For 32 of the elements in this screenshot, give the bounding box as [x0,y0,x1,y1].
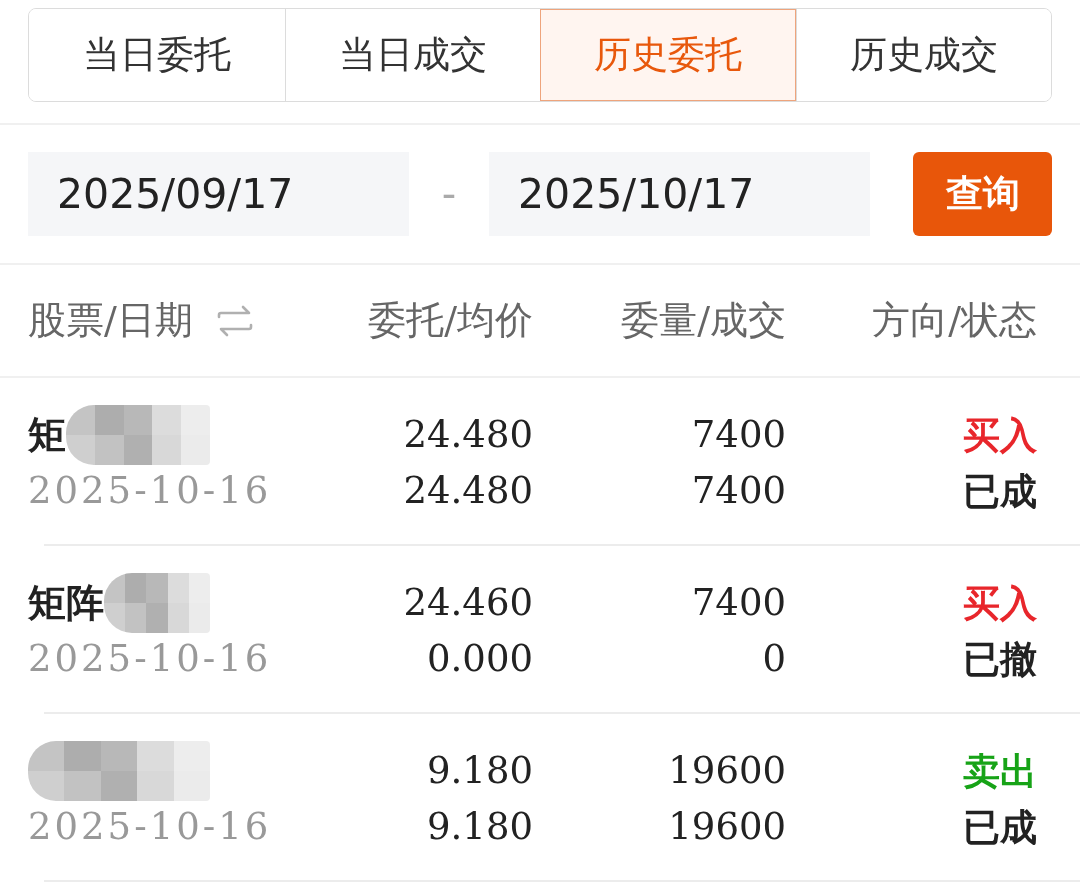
column-header: 委托/均价 [368,297,533,344]
stock-name: 矩阵 [28,579,104,627]
start-date-field[interactable]: 2025/09/17 [28,152,409,236]
column-header: 方向/状态 [872,297,1037,344]
filled-quantity: 7400 [691,468,786,514]
order-date: 2025-10-16 [28,468,272,514]
order-quantity: 7400 [691,580,786,626]
order-direction: 买入 [963,412,1037,459]
order-status: 已撤 [963,636,1037,683]
date-separator: - [440,171,458,217]
order-price: 9.180 [427,748,533,794]
order-date: 2025-10-16 [28,636,272,682]
average-price: 0.000 [427,636,533,682]
order-direction: 买入 [963,580,1037,627]
order-direction: 卖出 [963,748,1037,795]
order-price: 24.480 [403,412,533,458]
column-header: 股票/日期 [28,297,193,344]
order-date: 2025-10-16 [28,804,272,850]
filled-quantity: 19600 [668,804,786,850]
stock-name: 矩 [28,411,66,459]
tab[interactable]: 历史成交 [795,9,1051,101]
average-price: 9.180 [427,804,533,850]
query-button[interactable]: 查询 [913,152,1052,236]
order-quantity: 19600 [668,748,786,794]
average-price: 24.480 [403,468,533,514]
filled-quantity: 0 [762,636,786,682]
end-date-field[interactable]: 2025/10/17 [489,152,870,236]
order-quantity: 7400 [691,412,786,458]
order-status: 已成 [963,468,1037,515]
order-price: 24.460 [403,580,533,626]
order-status: 已成 [963,804,1037,851]
column-header: 委量/成交 [621,297,786,344]
